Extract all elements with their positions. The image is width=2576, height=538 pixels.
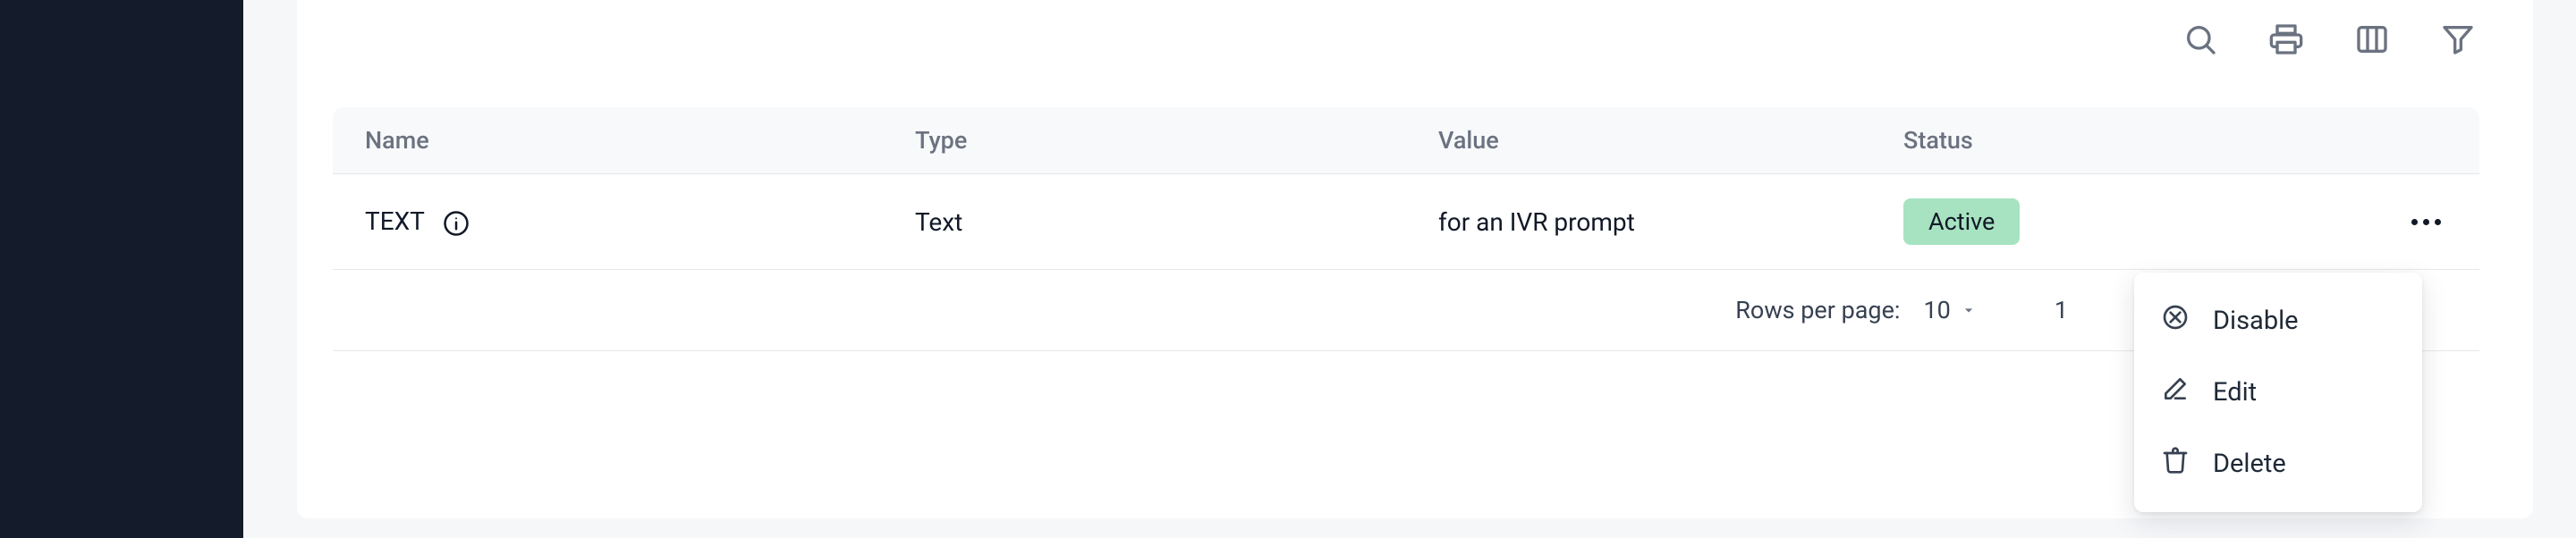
row-actions-menu: Disable Edit Delete	[2134, 273, 2422, 512]
disable-icon	[2161, 303, 2190, 339]
column-header-status: Status	[1903, 126, 2172, 155]
menu-item-label: Disable	[2213, 306, 2299, 336]
column-header-value: Value	[1438, 126, 1903, 155]
card-toolbar	[2179, 18, 2479, 61]
menu-item-disable[interactable]: Disable	[2134, 285, 2422, 357]
column-header-name: Name	[333, 126, 915, 155]
rows-per-page-value: 10	[1923, 296, 1950, 324]
search-icon[interactable]	[2179, 18, 2222, 61]
menu-item-label: Edit	[2213, 377, 2257, 408]
info-icon[interactable]	[443, 210, 470, 237]
row-name-text: TEXT	[365, 206, 424, 236]
cell-type: Text	[915, 207, 1438, 237]
cell-value: for an IVR prompt	[1438, 207, 1903, 237]
rows-per-page-select[interactable]: 10	[1923, 296, 1977, 324]
table-header-row: Name Type Value Status	[333, 107, 2479, 174]
content-card: Name Type Value Status TEXT Text for an …	[297, 0, 2533, 518]
status-badge: Active	[1903, 198, 2020, 245]
edit-icon	[2161, 374, 2190, 410]
table-row: TEXT Text for an IVR prompt Active	[333, 174, 2479, 270]
row-actions-button[interactable]	[2404, 200, 2447, 243]
menu-item-edit[interactable]: Edit	[2134, 357, 2422, 428]
delete-icon	[2161, 446, 2190, 482]
rows-per-page-label: Rows per page:	[1735, 296, 1900, 324]
page-range-start: 1	[2055, 296, 2068, 324]
print-icon[interactable]	[2265, 18, 2308, 61]
columns-icon[interactable]	[2351, 18, 2394, 61]
page-body: Name Type Value Status TEXT Text for an …	[243, 0, 2576, 538]
cell-name: TEXT	[333, 206, 915, 237]
chevron-down-icon	[1960, 301, 1978, 319]
menu-item-delete[interactable]: Delete	[2134, 428, 2422, 500]
more-icon	[2411, 219, 2441, 225]
sidebar	[0, 0, 243, 538]
filter-icon[interactable]	[2436, 18, 2479, 61]
cell-status: Active	[1903, 198, 2172, 245]
menu-item-label: Delete	[2213, 449, 2286, 479]
column-header-type: Type	[915, 126, 1438, 155]
